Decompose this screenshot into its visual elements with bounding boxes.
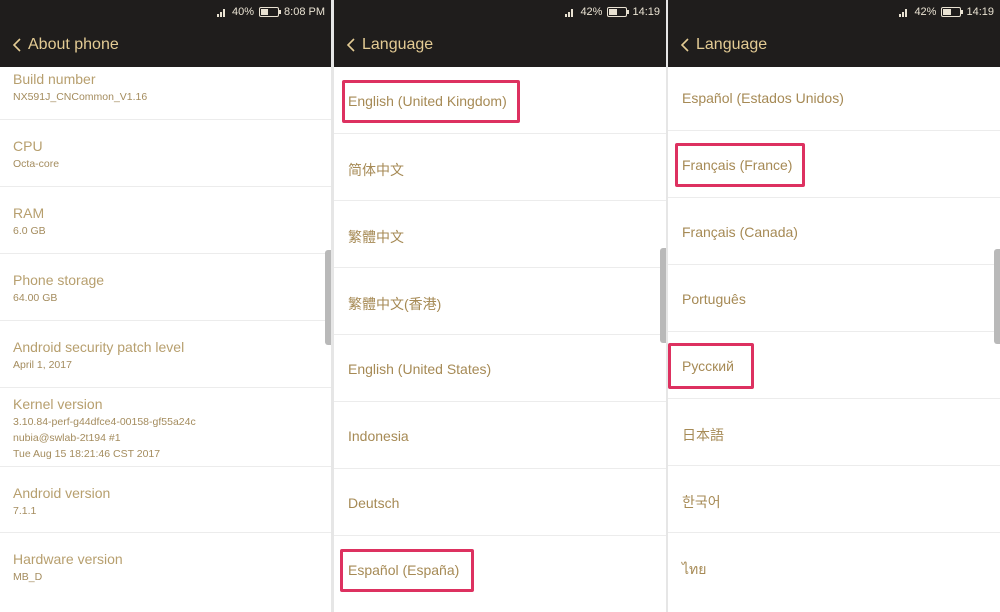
clock: 8:08 PM (284, 6, 325, 18)
language-item[interactable]: Português (668, 265, 1000, 332)
language-item[interactable]: 繁體中文 (334, 201, 666, 268)
device-info-list: Build number NX591J_CNCommon_V1.16 CPU O… (0, 67, 331, 612)
highlight-box (668, 343, 754, 389)
language-item[interactable]: 简体中文 (334, 134, 666, 201)
language-label: Deutsch (348, 495, 400, 511)
status-bar: 40% 8:08 PM (0, 0, 331, 24)
info-row-phone-storage[interactable]: Phone storage 64.00 GB (0, 254, 331, 321)
info-value: nubia@swlab-2t194 #1 (13, 432, 121, 444)
signal-icon (217, 7, 227, 17)
language-label: 한국어 (682, 494, 721, 510)
info-row-security-patch[interactable]: Android security patch level April 1, 20… (0, 321, 331, 388)
info-value: Tue Aug 15 18:21:46 CST 2017 (13, 448, 161, 460)
language-label: Português (682, 291, 746, 307)
battery-icon (259, 7, 282, 17)
language-item[interactable]: English (United States) (334, 335, 666, 402)
status-bar: 42% 14:19 (668, 0, 1000, 24)
info-title: RAM (13, 205, 45, 221)
battery-percent: 40% (232, 6, 255, 18)
info-row-build-number[interactable]: Build number NX591J_CNCommon_V1.16 (0, 67, 331, 120)
language-screen-2: 42% 14:19 Language Español (Estados Unid… (668, 0, 1000, 612)
language-label: 繁體中文 (348, 229, 404, 245)
battery-icon (941, 7, 964, 17)
info-value: 64.00 GB (13, 292, 58, 304)
language-item[interactable]: 繁體中文(香港) (334, 268, 666, 335)
language-label: 日本語 (682, 427, 724, 443)
back-arrow-icon[interactable] (12, 38, 22, 52)
language-list: English (United Kingdom) 简体中文 繁體中文 繁體中文(… (334, 67, 666, 612)
info-title: Android security patch level (13, 339, 185, 355)
clock: 14:19 (966, 6, 994, 18)
toolbar: Language (668, 24, 1000, 67)
info-value: 7.1.1 (13, 505, 37, 517)
toolbar: About phone (0, 24, 331, 67)
language-label: Français (Canada) (682, 224, 798, 240)
highlight-box (340, 549, 474, 592)
language-item[interactable]: 日本語 (668, 399, 1000, 466)
info-value: 6.0 GB (13, 225, 46, 237)
info-row-hardware-version[interactable]: Hardware version MB_D (0, 533, 331, 612)
info-title: Phone storage (13, 272, 105, 288)
info-title: Kernel version (13, 396, 103, 412)
info-title: CPU (13, 138, 43, 154)
info-title: Android version (13, 485, 111, 501)
signal-icon (565, 7, 575, 17)
clock: 14:19 (632, 6, 660, 18)
back-arrow-icon[interactable] (346, 38, 356, 52)
language-item[interactable]: Indonesia (334, 402, 666, 469)
language-item[interactable]: Español (Estados Unidos) (668, 67, 1000, 131)
info-value: 3.10.84-perf-g44dfce4-00158-gf55a24c (13, 416, 196, 428)
language-item[interactable]: Français (Canada) (668, 198, 1000, 265)
language-label: ไทย (682, 561, 707, 577)
language-item[interactable]: 한국어 (668, 466, 1000, 533)
language-label: English (United States) (348, 361, 492, 377)
language-item[interactable]: Deutsch (334, 469, 666, 536)
language-label: 繁體中文(香港) (348, 296, 442, 312)
info-row-android-version[interactable]: Android version 7.1.1 (0, 466, 331, 533)
status-bar: 42% 14:19 (334, 0, 666, 24)
info-value: NX591J_CNCommon_V1.16 (13, 91, 148, 103)
info-row-cpu[interactable]: CPU Octa-core (0, 120, 331, 187)
info-value: MB_D (13, 571, 43, 583)
info-title: Build number (13, 71, 96, 87)
info-value: Octa-core (13, 158, 60, 170)
language-label: 简体中文 (348, 162, 404, 178)
page-title: About phone (28, 36, 119, 53)
language-screen-1: 42% 14:19 Language English (United Kingd… (334, 0, 666, 612)
highlight-box (342, 80, 520, 123)
battery-percent: 42% (580, 6, 603, 18)
info-row-ram[interactable]: RAM 6.0 GB (0, 187, 331, 254)
language-label: Indonesia (348, 428, 409, 444)
toolbar: Language (334, 24, 666, 67)
scroll-handle[interactable] (994, 249, 1000, 344)
page-title: Language (696, 36, 768, 53)
highlight-box (675, 143, 805, 187)
info-title: Hardware version (13, 551, 123, 567)
battery-icon (607, 7, 630, 17)
page-title: Language (362, 36, 434, 53)
info-value: April 1, 2017 (13, 359, 72, 371)
battery-percent: 42% (914, 6, 937, 18)
signal-icon (899, 7, 909, 17)
about-phone-screen: 40% 8:08 PM About phone Build number NX5… (0, 0, 331, 612)
language-label: Español (Estados Unidos) (682, 90, 844, 106)
language-item[interactable]: ไทย (668, 533, 1000, 612)
back-arrow-icon[interactable] (680, 38, 690, 52)
